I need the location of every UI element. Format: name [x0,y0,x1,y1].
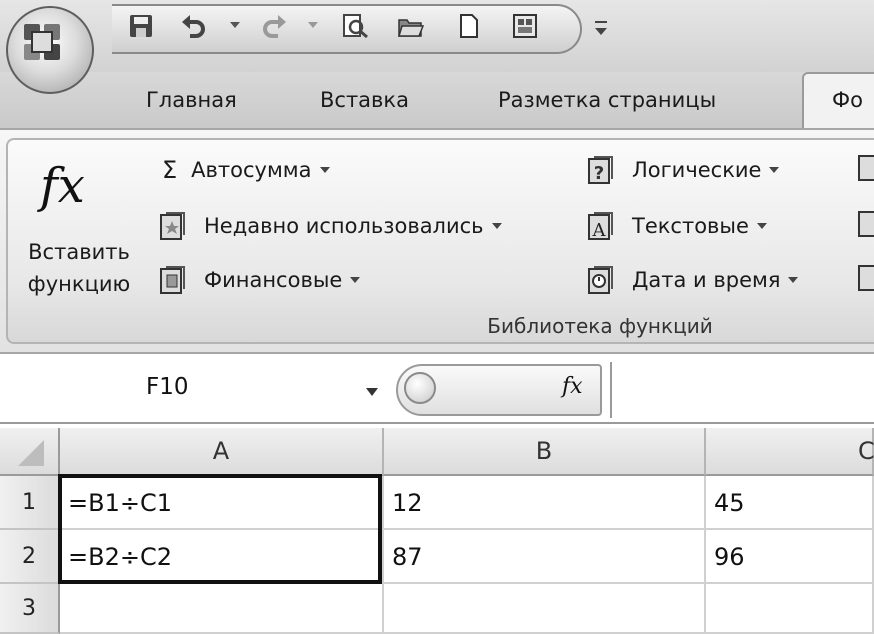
undo-icon[interactable] [180,14,206,38]
fx-icon[interactable]: fx [40,146,120,226]
column-header-c[interactable]: C [706,428,874,476]
name-box[interactable] [0,362,394,418]
insert-function-label-1[interactable]: Вставить [14,240,144,264]
dropdown-arrow-icon [319,167,330,173]
recent-book-icon [160,212,185,240]
autosum-button[interactable]: Σ Автосумма [162,152,330,186]
insert-function-label-2[interactable]: функцию [14,272,144,296]
column-header-a[interactable]: A [60,428,384,476]
recently-used-button[interactable]: Недавно использовались [158,208,502,242]
cell-a3[interactable] [60,584,384,634]
row-header-2[interactable]: 2 [0,530,60,584]
date-time-button[interactable]: Дата и время [586,262,799,296]
dropdown-arrow-icon [788,277,799,283]
open-folder-icon[interactable] [398,14,424,38]
svg-text:?: ? [594,163,604,184]
cell-b3[interactable] [384,584,706,634]
dropdown-arrow-icon [491,223,502,229]
form-icon[interactable] [512,14,538,38]
name-box-dropdown-icon[interactable] [366,388,378,396]
svg-text:A: A [592,220,607,241]
tab-insert[interactable]: Вставка [320,88,409,118]
new-document-icon[interactable] [456,14,482,38]
financial-button[interactable]: Финансовые [158,262,361,296]
logical-book-icon: ? [588,156,613,184]
office-logo-icon [24,24,60,60]
cell-c2[interactable]: 96 [706,530,874,584]
customize-qat-icon[interactable] [592,16,610,42]
row-header-1[interactable]: 1 [0,476,60,530]
cell-b1[interactable]: 12 [384,476,706,530]
datetime-book-icon [588,266,613,294]
name-box-value[interactable]: F10 [146,374,189,400]
redo-icon[interactable] [262,14,288,38]
group-label: Библиотека функций [487,314,713,338]
expand-handle-icon[interactable] [404,372,436,404]
tab-home[interactable]: Главная [146,88,237,118]
redo-dropdown-icon[interactable] [308,22,318,28]
dropdown-arrow-icon [756,223,767,229]
finance-book-icon [160,266,185,294]
text-book-icon: A [588,212,613,241]
math-book-icon[interactable] [856,208,874,238]
logical-button[interactable]: ? Логические [586,152,780,186]
select-all-icon [18,440,44,466]
text-button[interactable]: A Текстовые [586,208,767,242]
column-header-b[interactable]: B [384,428,706,476]
cell-c1[interactable]: 45 [706,476,874,530]
sigma-icon: Σ [162,156,178,184]
lookup-book-icon[interactable] [856,152,874,182]
formula-input[interactable] [610,362,874,418]
print-preview-icon[interactable] [342,14,368,38]
cell-a2[interactable]: =B2÷C2 [60,530,384,584]
save-icon[interactable] [128,14,154,38]
undo-dropdown-icon[interactable] [230,22,240,28]
dropdown-arrow-icon [769,167,780,173]
ribbon-tab-row [0,72,874,130]
row-header-3[interactable]: 3 [0,584,60,634]
cell-c3[interactable] [706,584,874,634]
insert-function-fx-icon[interactable]: fx [562,374,583,399]
tab-formulas-label[interactable]: Фо [832,88,863,118]
cell-a1[interactable]: =B1÷C1 [60,476,384,530]
dropdown-arrow-icon [350,277,361,283]
tab-page-layout[interactable]: Разметка страницы [498,88,716,118]
more-functions-book-icon[interactable] [856,262,874,292]
cell-b2[interactable]: 87 [384,530,706,584]
